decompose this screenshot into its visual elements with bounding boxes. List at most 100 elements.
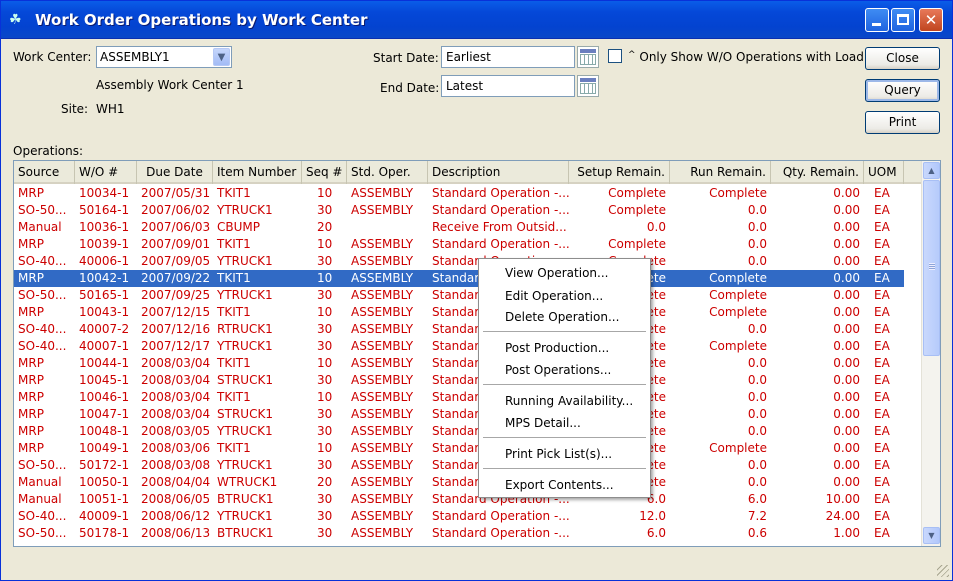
cell-seq: 10: [317, 356, 333, 370]
cell-wo-number: 10047-1: [79, 407, 130, 421]
menu-item-print-pick-list[interactable]: Print Pick List(s)...: [505, 445, 612, 463]
cell-run-remain: 0.0: [747, 322, 767, 336]
column-header-std-oper[interactable]: Std. Oper.: [347, 161, 428, 184]
maximize-button[interactable]: [891, 8, 915, 32]
cell-uom: EA: [874, 407, 890, 421]
menu-item-view-operation[interactable]: View Operation...: [505, 264, 608, 282]
column-header-uom[interactable]: UOM: [864, 161, 904, 184]
cell-setup-remain: 6.0: [646, 526, 666, 540]
print-button[interactable]: Print: [865, 111, 940, 134]
cell-run-remain: 0.0: [747, 254, 767, 268]
cell-source: SO-50...: [18, 203, 67, 217]
menu-item-delete-operation[interactable]: Delete Operation...: [505, 308, 619, 326]
cell-seq: 10: [317, 305, 333, 319]
column-header-wo-number[interactable]: W/O #: [75, 161, 137, 184]
column-header-source[interactable]: Source: [14, 161, 75, 184]
cell-item-number: YTRUCK1: [217, 339, 273, 353]
table-row[interactable]: SO-40... 40007-2 2007/12/16 RTRUCK1 30 ASSEMB…: [14, 321, 904, 338]
column-header-run-remain[interactable]: Run Remain.: [670, 161, 771, 184]
column-header-setup-remain[interactable]: Setup Remain.: [569, 161, 670, 184]
table-row[interactable]: MRP 10047-1 2008/03/04 STRUCK1 30 ASSEMBLY Sta…: [14, 406, 904, 423]
site-label: Site:: [61, 102, 89, 116]
chevron-down-icon[interactable]: ▼: [213, 48, 230, 66]
column-header-item-number[interactable]: Item Number: [213, 161, 302, 184]
query-button[interactable]: Query: [865, 79, 940, 102]
menu-item-export-contents[interactable]: Export Contents...: [505, 476, 614, 494]
cell-due-date: 2007/09/01: [141, 237, 211, 251]
table-row[interactable]: Manual 10036-1 2007/06/03 CBUMP 20 Receive Fr…: [14, 219, 904, 236]
table-row[interactable]: MRP 10049-1 2008/03/06 TKIT1 10 ASSEMBLY Stand…: [14, 440, 904, 457]
cell-item-number: BTRUCK1: [217, 526, 274, 540]
table-header: Source W/O # Due Date Item Number Seq # Std. …: [14, 161, 922, 184]
table-row[interactable]: SO-40... 40007-1 2007/12/17 YTRUCK1 30 ASSEMB…: [14, 338, 904, 355]
table-row[interactable]: SO-50... 50164-1 2007/06/02 YTRUCK1 30 ASSEMB…: [14, 202, 904, 219]
title-bar[interactable]: ☘ Work Order Operations by Work Center ✕: [1, 1, 952, 39]
operations-table[interactable]: Source W/O # Due Date Item Number Seq # Std. …: [13, 160, 941, 547]
cell-seq: 20: [317, 220, 333, 234]
cell-qty-remain: 0.00: [833, 322, 860, 336]
cell-uom: EA: [874, 237, 890, 251]
menu-item-mps-detail[interactable]: MPS Detail...: [505, 414, 581, 432]
cell-source: MRP: [18, 390, 44, 404]
cell-run-remain: Complete: [709, 305, 767, 319]
cell-item-number: WTRUCK1: [217, 475, 278, 489]
close-button[interactable]: Close: [865, 47, 940, 70]
column-header-qty-remain[interactable]: Qty. Remain.: [771, 161, 864, 184]
minimize-button[interactable]: [865, 8, 889, 32]
table-row[interactable]: MRP 10042-1 2007/09/22 TKIT1 10 ASSEMBLY Stand…: [14, 270, 904, 287]
table-row[interactable]: Manual 10051-1 2008/06/05 BTRUCK1 30 ASSEMBLY…: [14, 491, 904, 508]
column-header-description[interactable]: Description: [428, 161, 569, 184]
cell-qty-remain: 0.00: [833, 407, 860, 421]
cell-std-oper: ASSEMBLY: [351, 322, 414, 336]
table-row[interactable]: MRP 10044-1 2008/03/04 TKIT1 10 ASSEMBLY Stand…: [14, 355, 904, 372]
cell-wo-number: 10042-1: [79, 271, 130, 285]
cell-item-number: STRUCK1: [217, 407, 273, 421]
start-date-calendar-icon[interactable]: [577, 46, 599, 68]
table-row[interactable]: MRP 10039-1 2007/09/01 TKIT1 10 ASSEMBLY Stand…: [14, 236, 904, 253]
menu-item-post-production[interactable]: Post Production...: [505, 339, 609, 357]
work-center-combo[interactable]: ASSEMBLY1 ▼: [96, 46, 232, 68]
cell-source: SO-40...: [18, 339, 67, 353]
table-row[interactable]: SO-50... 50178-1 2008/06/13 BTRUCK1 30 ASSEMB…: [14, 525, 904, 542]
resize-grip-icon[interactable]: [937, 565, 949, 577]
menu-item-post-operations[interactable]: Post Operations...: [505, 361, 611, 379]
cell-std-oper: ASSEMBLY: [351, 186, 414, 200]
table-row[interactable]: SO-50... 50165-1 2007/09/25 YTRUCK1 30 ASSEMB…: [14, 287, 904, 304]
scroll-thumb[interactable]: [923, 180, 940, 356]
close-window-button[interactable]: ✕: [919, 8, 943, 32]
cell-source: SO-40...: [18, 254, 67, 268]
cell-qty-remain: 0.00: [833, 186, 860, 200]
cell-uom: EA: [874, 254, 890, 268]
end-date-calendar-icon[interactable]: [577, 75, 599, 97]
column-header-seq[interactable]: Seq #: [302, 161, 347, 184]
scroll-up-icon[interactable]: ▲: [923, 162, 940, 179]
cell-uom: EA: [874, 271, 890, 285]
end-date-field[interactable]: Latest: [441, 75, 575, 97]
table-row[interactable]: MRP 10046-1 2008/03/04 TKIT1 10 ASSEMBLY Stand…: [14, 389, 904, 406]
menu-item-running-availability[interactable]: Running Availability...: [505, 392, 633, 410]
cell-due-date: 2008/06/12: [141, 509, 211, 523]
cell-uom: EA: [874, 288, 890, 302]
table-row[interactable]: MRP 10048-1 2008/03/05 YTRUCK1 30 ASSEMBLY Sta…: [14, 423, 904, 440]
vertical-scrollbar[interactable]: ▲ ▼: [921, 161, 940, 546]
cell-description: Standard Operation -...: [432, 203, 569, 217]
scroll-down-icon[interactable]: ▼: [923, 527, 940, 544]
table-row[interactable]: Manual 10050-1 2008/04/04 WTRUCK1 20 ASSEMBLY…: [14, 474, 904, 491]
table-row[interactable]: MRP 10045-1 2008/03/04 STRUCK1 30 ASSEMBLY Sta…: [14, 372, 904, 389]
table-row[interactable]: SO-40... 40006-1 2007/09/05 YTRUCK1 30 ASSEMB…: [14, 253, 904, 270]
start-date-field[interactable]: Earliest: [441, 46, 575, 68]
cell-due-date: 2007/06/02: [141, 203, 211, 217]
column-header-due-date[interactable]: Due Date: [137, 161, 213, 184]
operations-label: Operations:: [13, 144, 84, 158]
table-row[interactable]: MRP 10034-1 2007/05/31 TKIT1 10 ASSEMBLY Stand…: [14, 185, 904, 202]
only-show-load-checkbox[interactable]: [608, 49, 622, 63]
table-row[interactable]: SO-50... 50172-1 2008/03/08 YTRUCK1 30 ASSEMB…: [14, 457, 904, 474]
cell-source: MRP: [18, 237, 44, 251]
menu-item-edit-operation[interactable]: Edit Operation...: [505, 287, 603, 305]
cell-source: Manual: [18, 475, 62, 489]
cell-run-remain: 0.0: [747, 373, 767, 387]
cell-run-remain: 0.0: [747, 390, 767, 404]
cell-due-date: 2007/09/22: [141, 271, 211, 285]
table-row[interactable]: SO-40... 40009-1 2008/06/12 YTRUCK1 30 ASSEMB…: [14, 508, 904, 525]
table-row[interactable]: MRP 10043-1 2007/12/15 TKIT1 10 ASSEMBLY Stand…: [14, 304, 904, 321]
